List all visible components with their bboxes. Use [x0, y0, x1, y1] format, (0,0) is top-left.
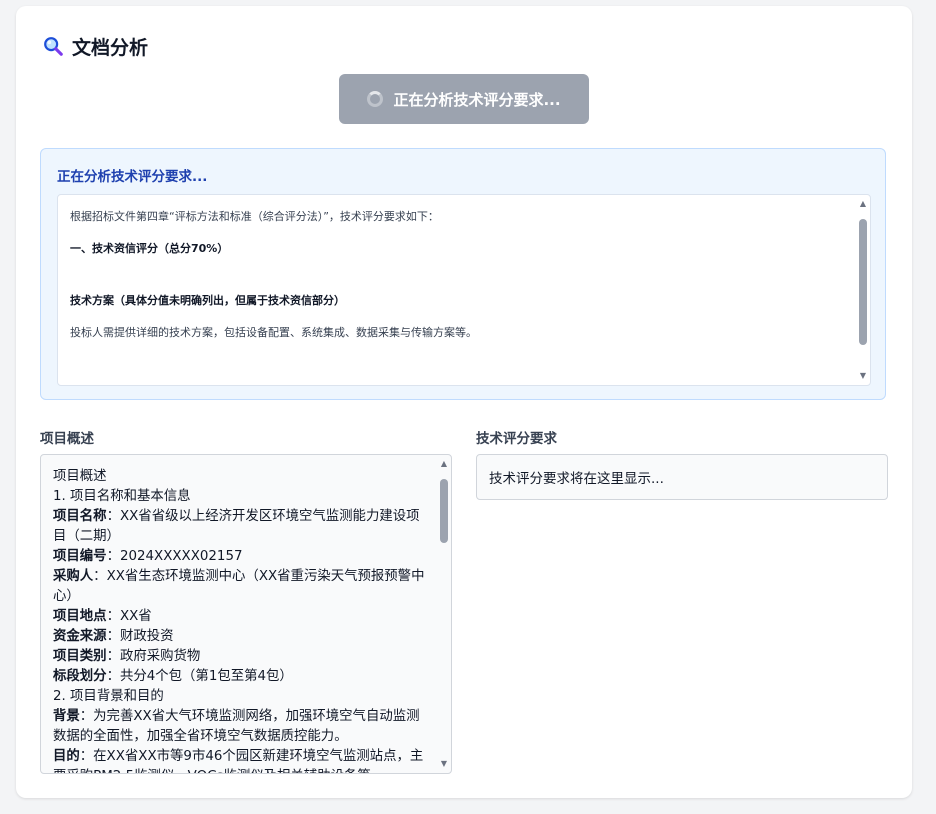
overview-field-lots: 标段划分：共分4个包（第1包至第4包）	[53, 669, 293, 684]
scroll-down-arrow-icon[interactable]: ▼	[439, 759, 449, 769]
overview-field-location: 项目地点：XX省	[53, 609, 152, 624]
overview-title-line: 项目概述	[53, 469, 107, 484]
project-overview-textarea[interactable]: 项目概述 1. 项目名称和基本信息 项目名称：XX省省级以上经济开发区环境空气监…	[40, 454, 452, 774]
stream-content: 根据招标文件第四章“评标方法和标准（综合评分法）”，技术评分要求如下： 一、技术…	[70, 208, 846, 340]
magnifier-icon	[44, 37, 63, 56]
scroll-up-arrow-icon[interactable]: ▲	[858, 199, 868, 209]
overview-section-line-2: 2. 项目背景和目的	[53, 689, 164, 704]
overview-scrollbar[interactable]: ▲ ▼	[439, 459, 449, 769]
scrollbar-thumb[interactable]	[440, 479, 448, 543]
loading-spinner-icon	[367, 91, 384, 107]
scrollbar-thumb[interactable]	[859, 219, 867, 345]
stream-subsection-heading: 技术方案（具体分值未明确列出，但属于技术资信部分）	[70, 294, 345, 307]
page-title: 文档分析	[72, 36, 149, 59]
overview-label: 项目概述	[40, 431, 94, 447]
stream-section-heading: 一、技术资信评分（总分70%）	[70, 242, 229, 255]
tech-requirements-output[interactable]: 技术评分要求将在这里显示...	[476, 454, 888, 500]
page-header: 文档分析	[42, 32, 148, 60]
overview-section-line: 1. 项目名称和基本信息	[53, 489, 191, 504]
overview-field-category: 项目类别：政府采购货物	[53, 649, 201, 664]
tech-requirements-label: 技术评分要求	[476, 431, 557, 447]
overview-field-buyer: 采购人：XX省生态环境监测中心（XX省重污染天气预报预警中心）	[53, 569, 425, 604]
analysis-status-panel: 正在分析技术评分要求... 根据招标文件第四章“评标方法和标准（综合评分法）”，…	[40, 148, 886, 400]
stream-intro: 根据招标文件第四章“评标方法和标准（综合评分法）”，技术评分要求如下：	[70, 210, 439, 223]
stream-body-text: 投标人需提供详细的技术方案，包括设备配置、系统集成、数据采集与传输方案等。	[70, 326, 477, 339]
analysis-stream-output[interactable]: 根据招标文件第四章“评标方法和标准（综合评分法）”，技术评分要求如下： 一、技术…	[57, 194, 871, 386]
document-analysis-card: 文档分析 正在分析技术评分要求... 正在分析技术评分要求... 根据招标文件第…	[16, 6, 912, 798]
overview-field-id: 项目编号：2024XXXXX02157	[53, 549, 243, 564]
overview-content: 项目概述 1. 项目名称和基本信息 项目名称：XX省省级以上经济开发区环境空气监…	[53, 467, 427, 773]
analyze-button[interactable]: 正在分析技术评分要求...	[339, 74, 589, 124]
scroll-up-arrow-icon[interactable]: ▲	[439, 459, 449, 469]
scroll-down-arrow-icon[interactable]: ▼	[858, 371, 868, 381]
stream-scrollbar[interactable]: ▲ ▼	[858, 199, 868, 381]
analyze-button-label: 正在分析技术评分要求...	[393, 90, 561, 109]
tech-requirements-placeholder: 技术评分要求将在这里显示...	[489, 471, 664, 487]
overview-field-funding: 资金来源：财政投资	[53, 629, 174, 644]
overview-field-name: 项目名称：XX省省级以上经济开发区环境空气监测能力建设项目（二期）	[53, 509, 420, 544]
overview-field-background: 背景：为完善XX省大气环境监测网络，加强环境空气自动监测数据的全面性，加强全省环…	[53, 709, 420, 744]
overview-field-goal: 目的：在XX省XX市等9市46个园区新建环境空气监测站点，主要采购PM2.5监测…	[53, 749, 424, 773]
status-heading: 正在分析技术评分要求...	[57, 169, 208, 185]
